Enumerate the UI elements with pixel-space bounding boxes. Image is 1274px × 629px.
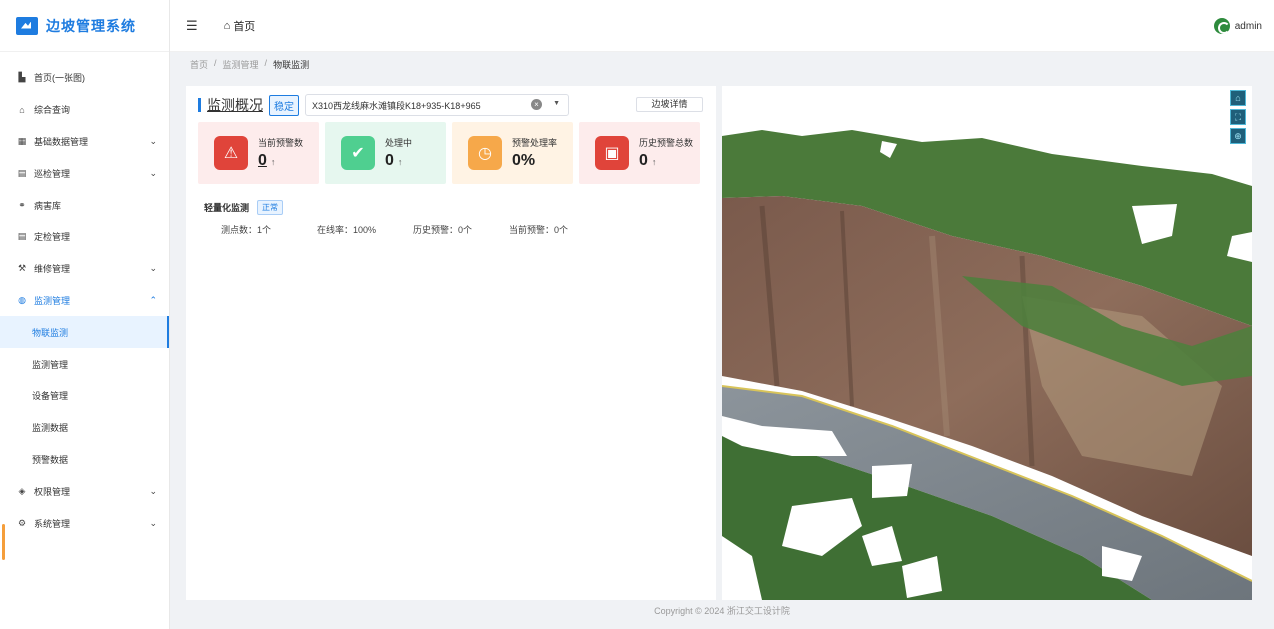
stat-card-history-alerts[interactable]: ▣ 历史预警总数 0 ↑ — [579, 122, 700, 184]
sidebar-subitem-device-management[interactable]: 设备管理 — [0, 380, 169, 412]
grid-icon: ▦ — [17, 135, 27, 146]
sidebar-item-inspection[interactable]: ▤ 巡检管理 ⌄ — [0, 157, 169, 189]
chart-icon: ▙ — [18, 72, 26, 83]
wrench-icon: ⚒ — [17, 263, 27, 274]
globe-icon: ◍ — [18, 294, 26, 305]
home-icon: ⌂ — [223, 19, 231, 32]
light-monitor-status-badge: 正常 — [257, 200, 284, 215]
home-icon: ⌂ — [19, 104, 25, 115]
clear-icon[interactable]: × — [531, 99, 542, 110]
point-count: 测点数：1个 — [221, 225, 272, 235]
sidebar-item-basic-data[interactable]: ▦ 基础数据管理 ⌄ — [0, 126, 169, 158]
home-icon[interactable]: ⌂ — [1230, 90, 1246, 106]
avatar — [1213, 18, 1230, 34]
current-alerts: 当前预警：0个 — [509, 225, 569, 235]
footer-copyright: Copyright © 2024 浙江交工设计院 — [654, 606, 790, 616]
tab-home[interactable]: ⌂ 首页 — [224, 18, 256, 34]
logo-icon — [16, 16, 38, 35]
light-monitor-section-title: 轻量化监测 正常 — [204, 200, 284, 215]
status-badge: 稳定 — [269, 94, 299, 116]
side-menu: ▙ 首页(一张图) ⌂ 综合查询 ▦ 基础数据管理 ⌄ ▤ 巡检管理 ⌄ ⚭ 病… — [0, 52, 169, 539]
online-rate: 在线率：100% — [317, 225, 377, 235]
alarm-check-icon: ✔ — [341, 136, 375, 170]
sidebar-item-disease-lib[interactable]: ⚭ 病害库 — [0, 189, 169, 221]
app-title: 边坡管理系统 — [46, 17, 136, 34]
blank-patch — [872, 464, 912, 498]
side-accent-mark — [2, 524, 5, 560]
history-alerts: 历史预警：0个 — [413, 225, 473, 235]
clipboard-icon: ▤ — [17, 231, 27, 242]
fullscreen-icon[interactable]: ⛶ — [1230, 109, 1246, 125]
sidebar-item-monitoring[interactable]: ◍ 监测管理 ⌃ — [0, 285, 169, 317]
app-logo[interactable]: 边坡管理系统 — [0, 0, 169, 52]
sidebar-item-permissions[interactable]: ◈ 权限管理 ⌄ — [0, 475, 169, 507]
alarm-clock-icon: ◷ — [468, 136, 502, 170]
arrow-up-icon: ↑ — [397, 157, 403, 167]
chevron-down-icon: ⌄ — [149, 517, 157, 528]
panel-title: 监测概况 — [207, 97, 263, 113]
chevron-down-icon: ⌄ — [149, 167, 157, 178]
monitor-overview-panel: 监测概况 稳定 X310西龙线麻水滩镇段K18+935-K18+965 × ▼ … — [186, 86, 716, 600]
slope-detail-button[interactable]: 边坡详情 — [636, 97, 703, 112]
gear-icon: ⚙ — [17, 517, 27, 528]
top-header: ☰ ⌂ 首页 admin — [170, 0, 1274, 52]
stat-value: 0% — [512, 152, 536, 169]
sidebar-item-system[interactable]: ⚙ 系统管理 ⌄ — [0, 507, 169, 539]
caret-down-icon[interactable]: ▼ — [553, 100, 560, 107]
stat-card-current-alerts[interactable]: ⚠ 当前预警数 0 ↑ — [198, 122, 319, 184]
menu-fold-icon[interactable]: ☰ — [186, 18, 198, 34]
sidebar-subitem-iot-monitoring[interactable]: 物联监测 — [0, 316, 169, 349]
chevron-down-icon: ⌄ — [149, 135, 157, 146]
shield-icon: ◈ — [18, 485, 26, 496]
breadcrumb-item-home[interactable]: 首页 — [190, 58, 208, 71]
arrow-up-icon: ↑ — [270, 157, 276, 167]
sidebar-subitem-alert-data[interactable]: 预警数据 — [0, 444, 169, 476]
sidebar-subitem-monitor-management[interactable]: 监测管理 — [0, 348, 169, 380]
map-toolbar: ⌂ ⛶ ⊕ — [1230, 90, 1246, 144]
breadcrumb: 首页 / 监测管理 / 物联监测 — [190, 58, 309, 71]
breadcrumb-item-current: 物联监测 — [273, 60, 310, 70]
arrow-up-icon: ↑ — [651, 157, 657, 167]
sidebar: 边坡管理系统 ▙ 首页(一张图) ⌂ 综合查询 ▦ 基础数据管理 ⌄ ▤ 巡检管… — [0, 0, 170, 629]
breadcrumb-item-monitoring[interactable]: 监测管理 — [223, 58, 259, 71]
slope-3d-model-view[interactable]: ⌂ ⛶ ⊕ — [722, 86, 1252, 600]
panel-header: 监测概况 稳定 X310西龙线麻水滩镇段K18+935-K18+965 × ▼ — [198, 94, 569, 116]
sidebar-item-home-map[interactable]: ▙ 首页(一张图) — [0, 62, 169, 94]
sidebar-item-query[interactable]: ⌂ 综合查询 — [0, 94, 169, 126]
alarm-icon: ⚠ — [214, 136, 248, 170]
stat-card-process-rate[interactable]: ◷ 预警处理率 0% — [452, 122, 573, 184]
slope-select-value: X310西龙线麻水滩镇段K18+935-K18+965 — [312, 100, 481, 111]
crosshair-icon[interactable]: ⊕ — [1230, 128, 1246, 144]
sidebar-item-maintenance[interactable]: ⚒ 维修管理 ⌄ — [0, 253, 169, 285]
stat-card-processing[interactable]: ✔ 处理中 0 ↑ — [325, 122, 446, 184]
chevron-down-icon: ⌄ — [149, 263, 157, 274]
link-icon: ⚭ — [18, 199, 26, 210]
stat-value: 0 — [639, 152, 648, 169]
slope-select[interactable]: X310西龙线麻水滩镇段K18+935-K18+965 × ▼ — [305, 94, 569, 116]
title-accent-bar — [198, 98, 201, 112]
chevron-down-icon: ⌄ — [149, 485, 157, 496]
breadcrumb-separator: / — [214, 58, 217, 68]
breadcrumb-separator: / — [264, 58, 268, 68]
stat-value: 0 — [385, 152, 394, 169]
light-monitor-stats: 测点数：1个 在线率：100% 历史预警：0个 当前预警：0个 — [221, 223, 605, 236]
history-alert-icon: ▣ — [595, 136, 629, 170]
clipboard-icon: ▤ — [17, 167, 27, 178]
user-name: admin — [1234, 20, 1262, 32]
stat-cards: ⚠ 当前预警数 0 ↑ ✔ 处理中 0 ↑ ◷ 预警处理率 0% ▣ 历史预警总数 … — [198, 122, 700, 184]
sidebar-item-periodic-check[interactable]: ▤ 定检管理 — [0, 221, 169, 253]
stat-value[interactable]: 0 — [258, 152, 267, 169]
slope-model-image[interactable] — [722, 86, 1252, 600]
sidebar-subitem-monitor-data[interactable]: 监测数据 — [0, 412, 169, 444]
chevron-up-icon: ⌃ — [149, 294, 157, 305]
user-menu[interactable]: admin — [1213, 18, 1262, 34]
